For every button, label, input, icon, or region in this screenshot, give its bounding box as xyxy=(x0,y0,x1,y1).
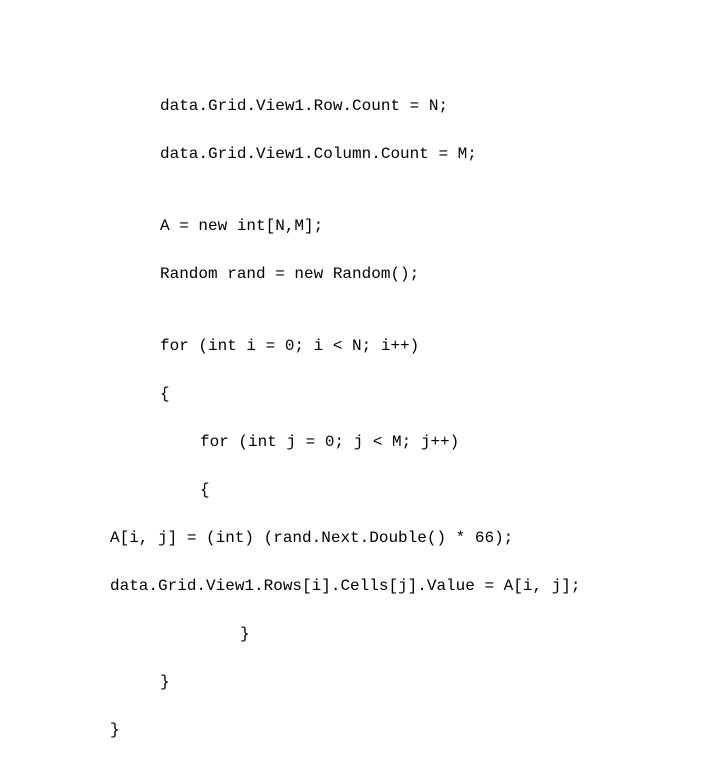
code-line: } xyxy=(0,718,720,742)
code-line: data.Grid.View1.Rows[i].Cells[j].Value =… xyxy=(0,574,720,598)
code-line: A[i, j] = (int) (rand.Next.Double() * 66… xyxy=(0,526,720,550)
code-line: for (int i = 0; i < N; i++) xyxy=(0,334,720,358)
code-line: data.Grid.View1.Column.Count = M; xyxy=(0,142,720,166)
code-line: { xyxy=(0,382,720,406)
code-snippet: data.Grid.View1.Row.Count = N; data.Grid… xyxy=(0,0,720,766)
code-line: Random rand = new Random(); xyxy=(0,262,720,286)
code-line: } xyxy=(0,670,720,694)
code-line: { xyxy=(0,478,720,502)
code-line: } xyxy=(0,622,720,646)
code-line: data.Grid.View1.Row.Count = N; xyxy=(0,94,720,118)
code-line: A = new int[N,M]; xyxy=(0,214,720,238)
code-line: for (int j = 0; j < M; j++) xyxy=(0,430,720,454)
